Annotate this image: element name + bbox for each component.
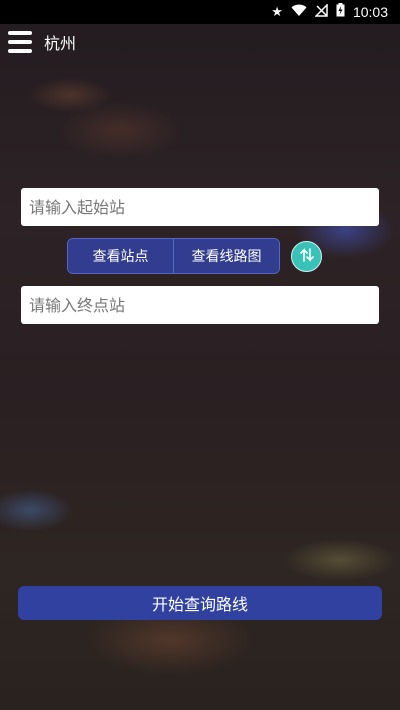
swap-arrows-icon <box>297 245 317 269</box>
status-bar: ★ 10:03 <box>0 0 400 24</box>
view-route-map-button[interactable]: 查看线路图 <box>173 239 279 273</box>
city-title: 杭州 <box>44 34 77 53</box>
star-icon: ★ <box>271 4 283 20</box>
hamburger-menu-icon[interactable] <box>8 31 32 53</box>
end-station-input[interactable] <box>27 294 373 316</box>
status-time: 10:03 <box>352 4 388 20</box>
app-bar: 杭州 <box>0 24 400 60</box>
no-signal-icon <box>314 2 328 21</box>
start-station-input[interactable] <box>27 196 373 218</box>
start-station-field[interactable] <box>21 188 379 226</box>
view-button-group: 查看站点 查看线路图 <box>67 238 280 274</box>
start-search-button[interactable]: 开始查询路线 <box>18 586 382 620</box>
wifi-icon <box>291 4 307 21</box>
view-stations-button[interactable]: 查看站点 <box>68 239 173 273</box>
end-station-field[interactable] <box>21 286 379 324</box>
swap-stations-button[interactable] <box>291 241 322 272</box>
battery-charging-icon <box>336 3 345 21</box>
